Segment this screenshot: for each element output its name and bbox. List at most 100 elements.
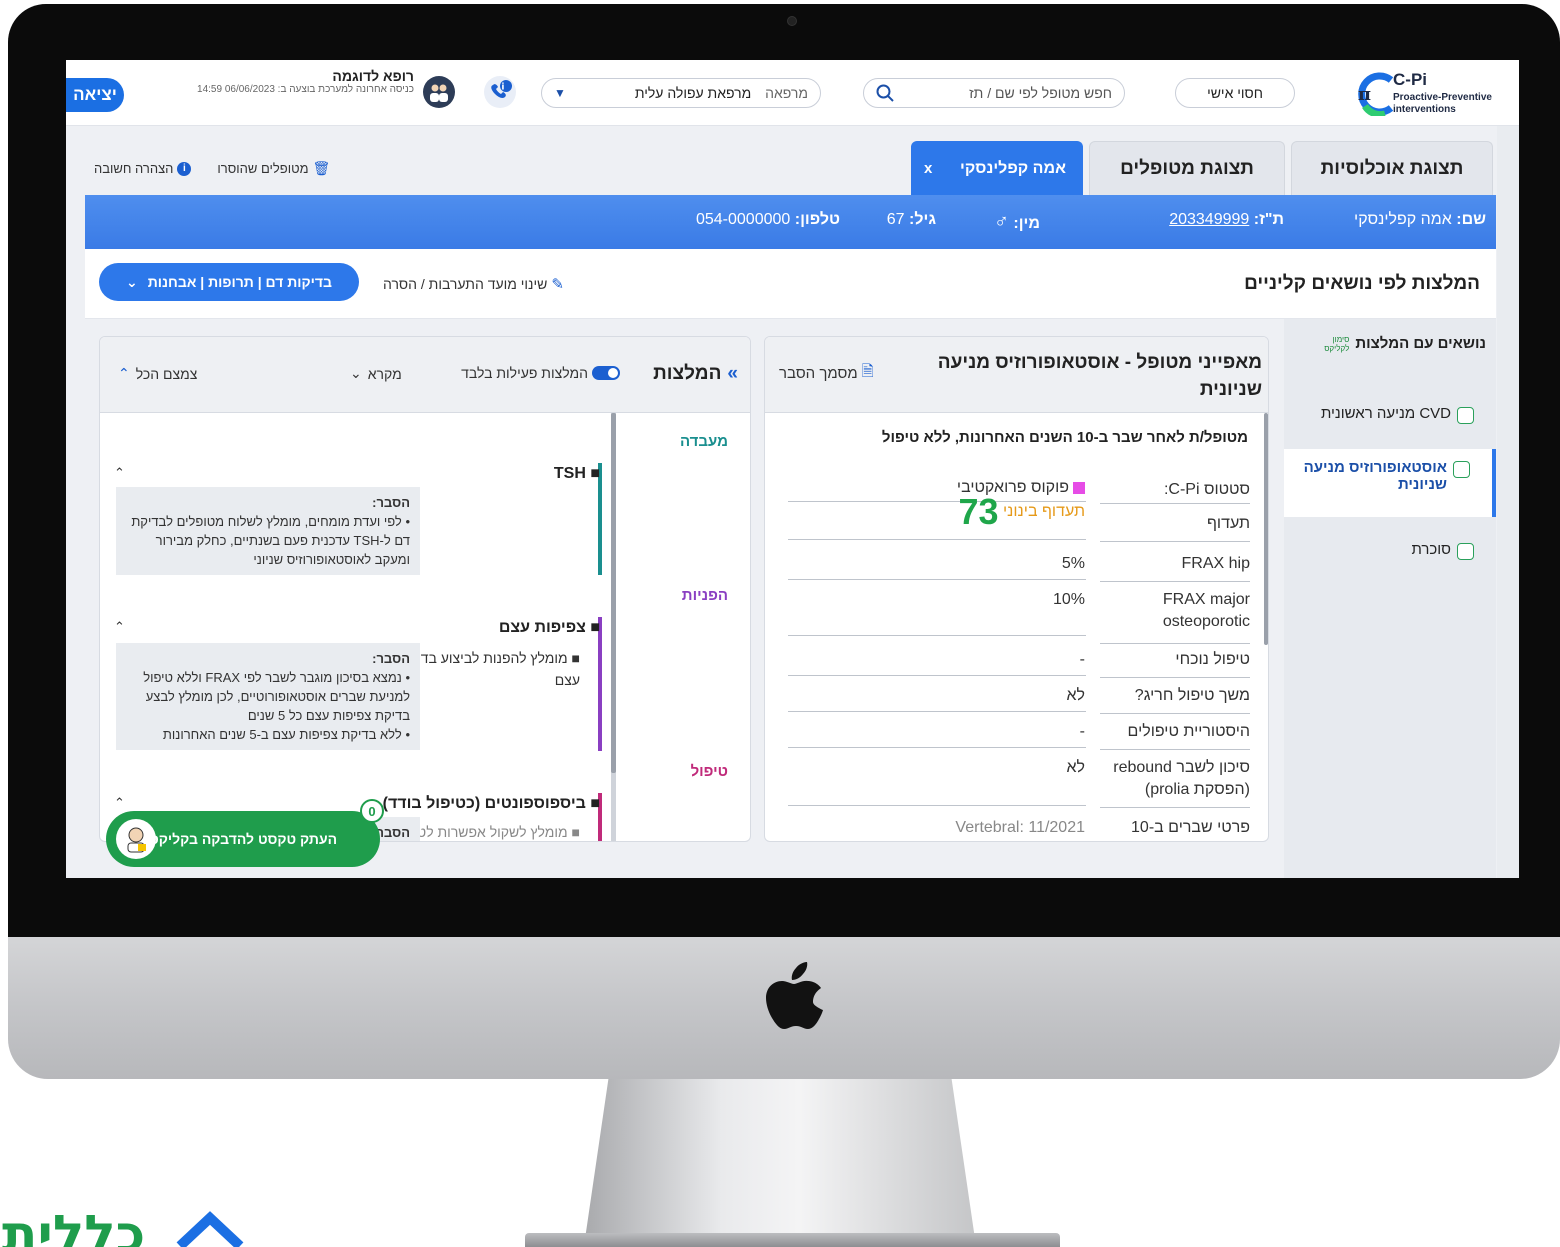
topic-cvd[interactable]: CVD מניעה ראשונית	[1284, 405, 1496, 424]
doctors-avatar-icon	[423, 76, 455, 108]
active-only-toggle[interactable]: המלצות פעילות בלבד	[461, 365, 620, 381]
svg-text:π: π	[1358, 84, 1371, 105]
chevron-down-icon: ▼	[554, 86, 566, 100]
patient-characteristics-panel: מאפייני מטופל - אוסטאופורוזיס מניעה שניו…	[764, 336, 1269, 842]
topic-osteoporosis[interactable]: אוסטאופורוזיס מניעה שניונית	[1284, 449, 1496, 517]
important-notice-link[interactable]: i הצהרה חשובה	[94, 161, 192, 176]
divider	[1100, 581, 1250, 582]
clinic-select[interactable]: מרפאה מרפאת עפולה עלית ▼	[541, 78, 821, 108]
rec-item-bisphosphonates[interactable]: ■ ביספוספונטים (כטיפול בודד)	[383, 795, 600, 813]
copy-count-badge: 0	[360, 799, 384, 823]
toggle-switch[interactable]	[592, 366, 620, 380]
category-lab: מעבדה	[679, 433, 728, 450]
divider	[1100, 503, 1250, 504]
recommendations-title[interactable]: » המלצות	[653, 363, 738, 385]
char-label: FRAX major osteoporotic	[1162, 591, 1250, 630]
priority-score: 73	[958, 491, 999, 532]
change-intervention-label: שינוי מועד התערבות / הסרה	[383, 276, 548, 292]
chevron-up-icon[interactable]: ⌃	[114, 465, 125, 481]
explanation-doc-link[interactable]: 🗎 מסמך הסבר	[779, 361, 874, 386]
characteristics-title: מאפייני מטופל - אוסטאופורוזיס מניעה שניו…	[937, 352, 1262, 400]
tab-patients[interactable]: תצוגת מטופלים	[1089, 141, 1285, 195]
char-value: 5%	[1061, 555, 1085, 572]
divider	[1100, 643, 1250, 644]
gender-male-icon: ♂	[993, 211, 1009, 233]
close-tab-button[interactable]: x	[924, 160, 932, 177]
topic-diabetes[interactable]: סוכרת	[1284, 541, 1496, 560]
topics-title: נושאים עם המלצות	[1355, 335, 1486, 352]
topic-checkbox[interactable]	[1457, 543, 1474, 560]
explanation-text: נמצא בסיכון מוגבר לשבר לפי FRAX וללא טיפ…	[126, 668, 410, 725]
char-value: תעדוף בינוני 73	[785, 494, 1085, 530]
patient-gender-label: מין:	[1013, 215, 1040, 232]
rec-item-label: TSH	[553, 465, 586, 482]
tab-populations[interactable]: תצוגת אוכלוסיות	[1291, 141, 1493, 195]
collapse-all-button[interactable]: צמצם הכל ⌃	[118, 365, 197, 382]
rec-item-bone-density[interactable]: ■ צפיפות עצם	[499, 619, 600, 637]
svg-text:i: i	[501, 83, 504, 93]
topic-checkbox[interactable]	[1453, 461, 1470, 478]
char-label: משך טיפול חריג?	[1134, 687, 1250, 704]
patient-age: גיל: 67	[887, 211, 936, 229]
char-value: לא	[1066, 687, 1085, 704]
topics-header: נושאים עם המלצות סימון לקליקס	[1319, 335, 1486, 353]
char-value: 10%	[1052, 591, 1085, 608]
divider	[788, 539, 1086, 540]
char-label: FRAX hip	[1181, 555, 1250, 572]
char-label: פרטי שברים ב-10	[1131, 819, 1250, 836]
tools-line: 🗑 מטופלים שהוסרו i הצהרה חשובה	[94, 160, 330, 177]
scrollbar[interactable]	[1264, 413, 1268, 645]
scrollbar-thumb[interactable]	[611, 413, 616, 773]
imac-foot	[525, 1233, 1060, 1247]
patient-phone: טלפון: 054-0000000	[696, 211, 840, 229]
phone-info-icon[interactable]: i	[483, 75, 517, 109]
personal-button[interactable]: חסוי אישי	[1175, 78, 1295, 108]
char-label: סיכון לשבר rebound (הפסקת prolia)	[1113, 759, 1250, 798]
characteristics-header: מאפייני מטופל - אוסטאופורוזיס מניעה שניו…	[765, 337, 1268, 413]
search-input[interactable]: חפש מטופל לפי שם / תז	[863, 78, 1125, 108]
explanation-box: הסבר: נמצא בסיכון מוגבר לשבר לפי FRAX ול…	[116, 643, 420, 750]
divider	[1100, 749, 1250, 750]
exit-button[interactable]: יציאה	[66, 78, 124, 112]
important-notice-label: הצהרה חשובה	[94, 161, 174, 176]
patient-id-link[interactable]: 203349999	[1169, 211, 1249, 228]
search-placeholder: חפש מטופל לפי שם / תז	[969, 85, 1112, 101]
clicks-hint: סימון לקליקס	[1324, 335, 1350, 353]
window-edge	[1497, 126, 1519, 878]
patient-age-value: 67	[886, 211, 905, 228]
cpi-logo-icon: π	[1358, 72, 1394, 116]
divider	[1100, 541, 1250, 542]
char-label: סטטוס C-Pi:	[1163, 481, 1250, 498]
logo-title: C-Pi	[1393, 70, 1427, 89]
recommendations-panel: » המלצות המלצות פעילות בלבד מקרא ⌄ צמצם …	[99, 336, 751, 842]
logo-subtitle: Proactive-Preventive interventions	[1393, 92, 1492, 115]
topics-sidebar: נושאים עם המלצות סימון לקליקס CVD מניעה …	[1284, 319, 1496, 878]
brand-name: כללית	[2, 1208, 145, 1247]
char-label: תעדוף	[1206, 515, 1250, 532]
chevron-up-icon[interactable]: ⌃	[114, 619, 125, 635]
recommendations-header: » המלצות המלצות פעילות בלבד מקרא ⌄ צמצם …	[100, 337, 750, 413]
change-intervention-link[interactable]: ✎ שינוי מועד התערבות / הסרה	[383, 275, 564, 293]
trash-icon: 🗑	[312, 160, 331, 176]
user-info: רופא לדוגמה כניסה אחרונה למערכת בוצעה ב:…	[194, 68, 414, 96]
category-bar	[598, 617, 602, 751]
removed-patients-link[interactable]: 🗑 מטופלים שהוסרו	[217, 160, 330, 177]
patient-phone-value: 054-0000000	[695, 211, 791, 228]
stethoscope-icon	[127, 827, 146, 853]
copy-text-button[interactable]: העתק טקסט להדבקה בקליקס 0	[106, 799, 384, 867]
tab-patient[interactable]: אמה קפלינסקי x	[911, 141, 1083, 195]
char-value: פוקוס פרואקטיבי	[785, 477, 1085, 499]
legend-dropdown[interactable]: מקרא ⌄	[350, 365, 402, 382]
info-icon: i	[177, 161, 192, 176]
tests-button-label: בדיקות דם | תרופות | אבחנות	[147, 274, 332, 290]
chevron-up-icon[interactable]: ⌃	[114, 795, 125, 811]
tests-meds-diagnoses-button[interactable]: בדיקות דם | תרופות | אבחנות ⌄	[99, 263, 359, 301]
clalit-logo: כללית	[2, 1208, 244, 1247]
rec-item-label: צפיפות עצם	[498, 619, 586, 636]
topic-checkbox[interactable]	[1457, 407, 1474, 424]
clinic-label: מרפאה	[765, 85, 808, 101]
patient-age-label: גיל:	[909, 211, 936, 228]
copy-text-label: העתק טקסט להדבקה בקליקס	[148, 831, 338, 847]
rec-item-tsh[interactable]: ■ TSH	[554, 465, 600, 483]
divider	[788, 675, 1086, 676]
